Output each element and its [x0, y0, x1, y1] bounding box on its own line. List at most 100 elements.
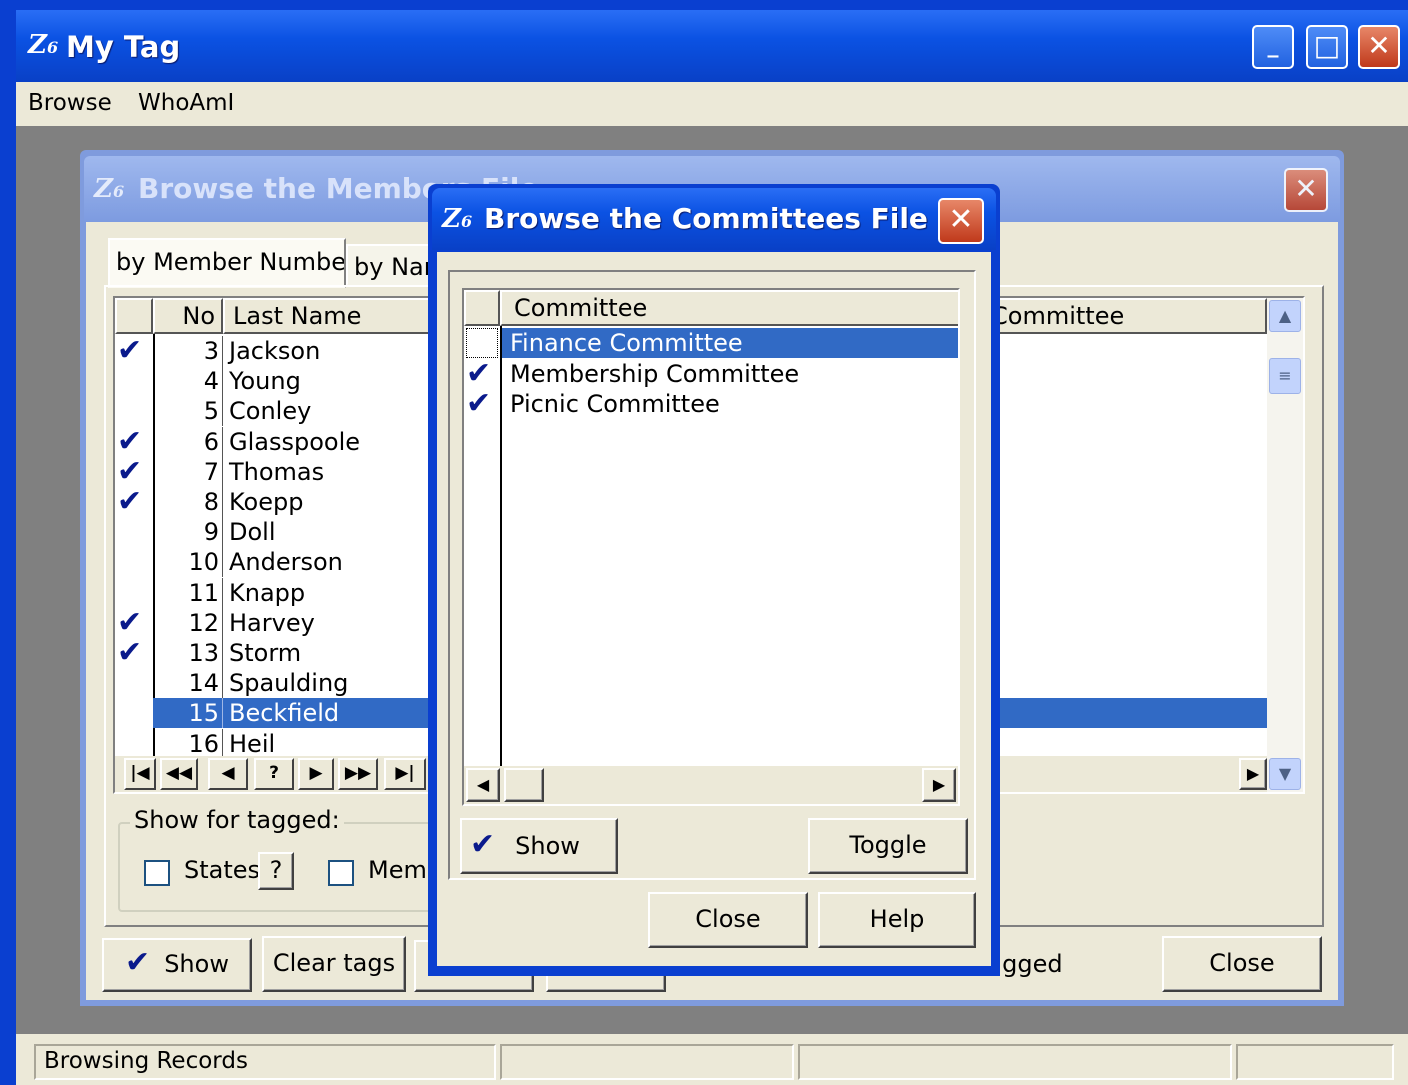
- states-checkbox[interactable]: [144, 860, 170, 886]
- vertical-scrollbar[interactable]: ▲ ≡ ▼: [1267, 298, 1303, 792]
- list-item[interactable]: ✔ Picnic Committee: [464, 389, 958, 419]
- member-number-cell: 15: [188, 699, 219, 728]
- tag-column-header: [464, 290, 500, 326]
- last-name-cell: Anderson: [229, 548, 343, 577]
- scroll-thumb[interactable]: ≡: [1269, 358, 1301, 394]
- scroll-down-icon[interactable]: ▼: [1269, 758, 1301, 790]
- tag-column-header: [115, 298, 153, 334]
- status-panel-3: [798, 1044, 1232, 1080]
- help-button[interactable]: Help: [818, 892, 976, 948]
- cell-divider: [222, 547, 223, 578]
- last-name-cell: Spaulding: [229, 669, 349, 698]
- scroll-right-icon[interactable]: ▶: [922, 768, 956, 802]
- member-number-cell: 8: [203, 488, 219, 516]
- tag-checkmark-icon[interactable]: ✔: [117, 456, 151, 487]
- list-item[interactable]: Finance Committee: [464, 328, 958, 358]
- cell-divider: [222, 336, 223, 366]
- minimize-button[interactable]: _: [1252, 25, 1294, 69]
- committee-name-cell: Finance Committee: [502, 328, 958, 358]
- committees-grid[interactable]: Committee Finance Committee ✔ Membership C…: [462, 288, 960, 806]
- member-number-cell: 10: [188, 548, 219, 577]
- tag-checkmark-icon[interactable]: ✔: [117, 487, 151, 517]
- committees-rows: Finance Committee ✔ Membership Committee ✔ P…: [464, 328, 958, 758]
- cell-divider: [222, 366, 223, 397]
- last-name-cell: Koepp: [229, 488, 304, 516]
- last-name-cell: Doll: [229, 518, 276, 547]
- committee-column-header[interactable]: Committee: [500, 290, 958, 326]
- status-panel-4: [1236, 1044, 1394, 1080]
- cell-divider: [222, 577, 223, 608]
- menu-bar: Browse WhoAmI: [16, 82, 1408, 126]
- last-name-cell: Jackson: [229, 337, 321, 365]
- members-show-label: Show: [164, 950, 229, 978]
- members-show-button[interactable]: ✔ Show: [102, 938, 252, 992]
- tag-checkmark-icon[interactable]: ✔: [466, 389, 498, 419]
- cell-divider: [222, 668, 223, 699]
- horizontal-scrollbar[interactable]: ◀ ▶: [464, 766, 958, 804]
- close-button[interactable]: ✕: [1358, 25, 1400, 69]
- tab-by-member-number[interactable]: by Member Number: [108, 238, 346, 288]
- cell-divider: [222, 487, 223, 517]
- toggle-button[interactable]: Toggle: [808, 818, 968, 874]
- member-number-cell: 11: [188, 578, 219, 607]
- show-for-tagged-label: Show for tagged:: [130, 806, 344, 834]
- member-number-cell: 3: [203, 337, 219, 365]
- tag-checkmark-icon[interactable]: ✔: [117, 638, 151, 668]
- committees-show-button[interactable]: ✔ Show: [460, 818, 618, 874]
- first-record-button[interactable]: |◀: [124, 758, 156, 790]
- tag-checkmark-icon[interactable]: ✔: [466, 358, 498, 389]
- next-record-button[interactable]: ▶: [298, 758, 334, 790]
- member-number-cell: 4: [203, 367, 219, 396]
- menu-whoami[interactable]: WhoAmI: [138, 90, 234, 116]
- checkmark-icon: ✔: [125, 945, 151, 980]
- member-number-cell: 14: [188, 669, 219, 698]
- committees-close-x-button[interactable]: ✕: [938, 198, 984, 244]
- member-number-cell: 5: [203, 397, 219, 426]
- member-number-cell: 12: [188, 608, 219, 637]
- tag-checkmark-icon[interactable]: ✔: [117, 607, 151, 638]
- cell-divider: [222, 728, 223, 759]
- states-help-button[interactable]: ?: [258, 852, 294, 890]
- checkmark-icon: ✔: [470, 827, 496, 862]
- tag-checkmark-icon[interactable]: ✔: [117, 426, 151, 457]
- menu-browse[interactable]: Browse: [28, 90, 112, 116]
- list-item[interactable]: ✔ Membership Committee: [464, 358, 958, 389]
- committees-dialog-title-bar[interactable]: Z6 Browse the Committees File ✕: [432, 188, 996, 250]
- main-title-bar[interactable]: Z6 My Tag _ □ ✕: [16, 10, 1408, 82]
- members-close-button[interactable]: Close: [1162, 936, 1322, 992]
- member-number-cell: 7: [203, 457, 219, 486]
- members-close-x-button[interactable]: ✕: [1284, 168, 1328, 212]
- cell-divider: [222, 517, 223, 548]
- states-label: States: [184, 856, 261, 884]
- no-column-header[interactable]: No: [153, 298, 223, 334]
- status-bar: Browsing Records: [16, 1034, 1408, 1085]
- last-name-cell: Storm: [229, 639, 302, 667]
- tag-cell[interactable]: [466, 328, 498, 358]
- committees-close-button[interactable]: Close: [648, 892, 808, 948]
- committee-column-header[interactable]: Committee: [983, 298, 1267, 334]
- scroll-up-icon[interactable]: ▲: [1269, 300, 1301, 332]
- scroll-thumb[interactable]: [504, 768, 544, 802]
- locate-record-button[interactable]: ?: [254, 758, 294, 790]
- cell-divider: [222, 396, 223, 427]
- clear-tags-button[interactable]: Clear tags: [262, 936, 406, 992]
- last-name-cell: Knapp: [229, 578, 306, 607]
- previous-page-button[interactable]: ◀◀: [160, 758, 198, 790]
- scroll-right-icon[interactable]: ▶: [1239, 758, 1267, 790]
- tag-checkmark-icon[interactable]: ✔: [117, 336, 151, 366]
- member-number-cell: 13: [188, 639, 219, 667]
- last-name-cell: Harvey: [229, 608, 315, 637]
- maximize-button[interactable]: □: [1306, 25, 1348, 69]
- members-checkbox[interactable]: [328, 860, 354, 886]
- last-name-cell: Glasspoole: [229, 427, 361, 456]
- cell-divider: [222, 638, 223, 668]
- next-page-button[interactable]: ▶▶: [338, 758, 378, 790]
- scroll-left-icon[interactable]: ◀: [466, 768, 500, 802]
- status-panel-message: Browsing Records: [34, 1044, 496, 1080]
- committee-name-cell: Membership Committee: [510, 359, 800, 388]
- cell-divider: [222, 607, 223, 638]
- last-record-button[interactable]: ▶|: [384, 758, 426, 790]
- member-number-cell: 16: [188, 729, 219, 758]
- last-name-cell: Thomas: [229, 457, 325, 486]
- previous-record-button[interactable]: ◀: [208, 758, 248, 790]
